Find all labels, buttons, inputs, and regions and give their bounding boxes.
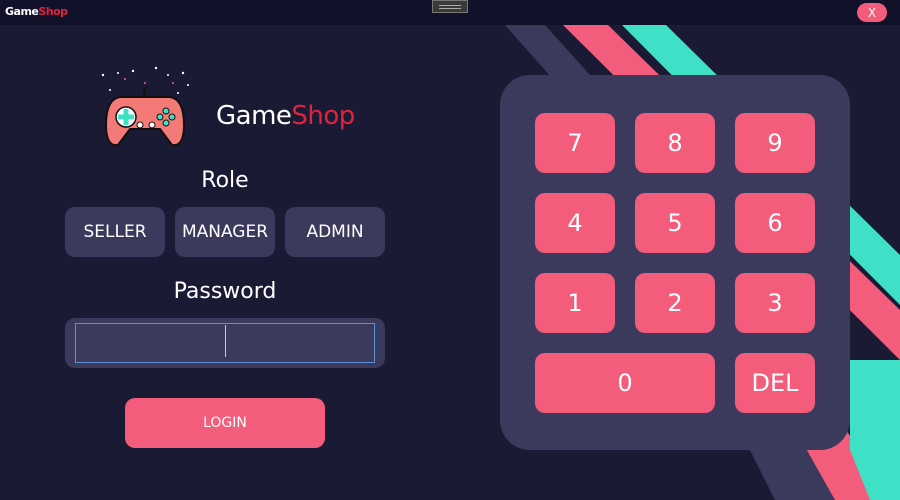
text-cursor	[225, 325, 226, 357]
titlebar-brand: GameShop	[5, 5, 68, 18]
role-manager-button[interactable]: MANAGER	[175, 207, 275, 257]
title-bar: GameShop X	[0, 0, 900, 25]
role-seller-button[interactable]: SELLER	[65, 207, 165, 257]
gamepad-logo-icon	[101, 66, 189, 147]
window-drag-handle[interactable]	[432, 0, 468, 13]
password-heading: Password	[173, 279, 277, 304]
role-admin-button[interactable]: ADMIN	[285, 207, 385, 257]
key-6[interactable]: 6	[735, 193, 815, 253]
key-5[interactable]: 5	[635, 193, 715, 253]
login-button[interactable]: LOGIN	[125, 398, 325, 448]
key-3[interactable]: 3	[735, 273, 815, 333]
key-2[interactable]: 2	[635, 273, 715, 333]
key-7[interactable]: 7	[535, 113, 615, 173]
key-4[interactable]: 4	[535, 193, 615, 253]
key-9[interactable]: 9	[735, 113, 815, 173]
key-0[interactable]: 0	[535, 353, 715, 413]
close-button[interactable]: X	[857, 3, 887, 22]
key-delete[interactable]: DEL	[735, 353, 815, 413]
key-8[interactable]: 8	[635, 113, 715, 173]
key-1[interactable]: 1	[535, 273, 615, 333]
role-heading: Role	[201, 168, 249, 193]
app-logo-text: GameShop	[216, 101, 355, 131]
